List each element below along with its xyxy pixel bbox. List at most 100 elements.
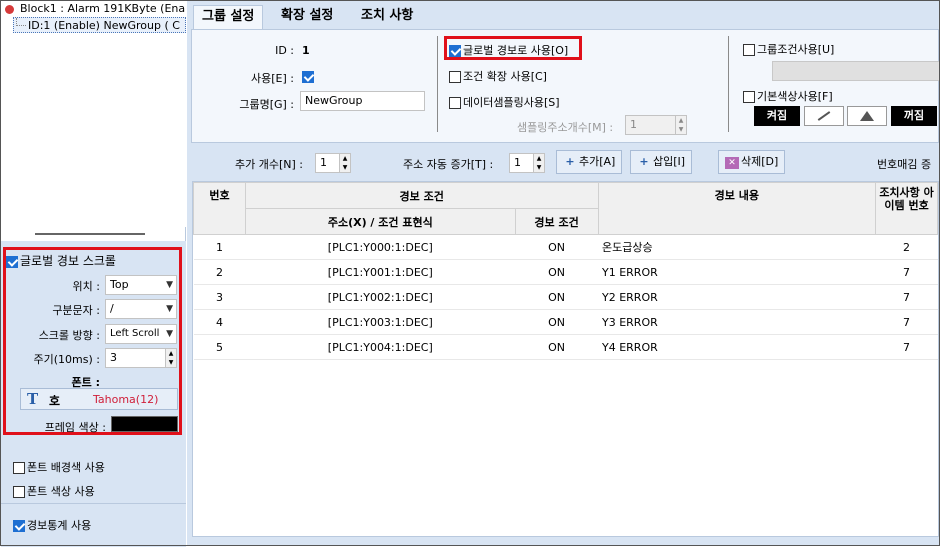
plus-icon: + — [565, 155, 575, 168]
paint-bucket-icon — [860, 111, 874, 121]
base-color-checkbox[interactable]: 기본색상사용[F] — [743, 88, 833, 104]
spin-updown-icon[interactable]: ▲ ▼ — [675, 116, 686, 134]
cond-ext-checkbox[interactable]: 조건 확장 사용[C] — [449, 68, 547, 84]
spin-updown-icon[interactable]: ▲ ▼ — [339, 154, 350, 172]
tree-item-group-label: ID:1 (Enable) NewGroup ( C — [28, 19, 180, 32]
global-alarm-label: 글로벌 경보로 사용[O] — [463, 44, 569, 57]
pen-color-button[interactable] — [804, 106, 844, 126]
cell-no: 3 — [193, 284, 246, 310]
cell-condition[interactable]: ON — [515, 284, 598, 310]
alarm-stats-checkbox[interactable]: 경보통계 사용 — [13, 517, 91, 533]
delete-button-label: 삭제[D] — [741, 155, 779, 168]
cell-condition[interactable]: ON — [515, 309, 598, 335]
divider — [728, 36, 729, 132]
on-color-button[interactable]: 켜짐 — [754, 106, 800, 126]
period-label: 주기(10ms) : — [33, 353, 100, 366]
tree-item-group[interactable]: ID:1 (Enable) NewGroup ( C — [13, 17, 186, 33]
cell-no: 2 — [193, 259, 246, 285]
cell-no: 5 — [193, 334, 246, 360]
global-scroll-checkbox[interactable]: 글로벌 경보 스크롤 — [6, 252, 116, 269]
cell-action[interactable]: 7 — [875, 309, 938, 335]
global-alarm-box: 글로벌 경보로 사용[O] — [444, 36, 582, 60]
global-alarm-checkbox[interactable]: 글로벌 경보로 사용[O] — [449, 42, 568, 58]
splitter-grip[interactable] — [35, 233, 145, 235]
table-row[interactable]: 3 [PLC1:Y002:1:DEC] ON Y2 ERROR 7 — [193, 284, 938, 310]
add-count-stepper[interactable]: 1 ▲ ▼ — [315, 153, 351, 173]
separator-select[interactable]: / ▼ — [105, 299, 177, 319]
tree-item-block[interactable]: Block1 : Alarm 191KByte (Enable) — [5, 1, 186, 17]
base-color-label: 기본색상사용[F] — [757, 90, 833, 103]
separator-value: / — [110, 302, 114, 315]
font-name: Tahoma(12) — [93, 393, 159, 406]
spin-updown-icon[interactable]: ▲ ▼ — [533, 154, 544, 172]
font-bg-checkbox[interactable]: 폰트 배경색 사용 — [13, 459, 105, 475]
direction-label: 스크롤 방향 : — [38, 329, 100, 342]
frame-color-swatch[interactable] — [111, 416, 178, 432]
cell-condition[interactable]: ON — [515, 259, 598, 285]
delete-button[interactable]: ✕ 삭제[D] — [718, 150, 786, 174]
col-header-no[interactable]: 번호 — [193, 182, 246, 235]
cell-content[interactable]: Y2 ERROR — [598, 284, 876, 310]
insert-button[interactable]: + 삽입[I] — [630, 150, 693, 174]
period-stepper[interactable]: 3 ▲ ▼ — [105, 348, 177, 368]
addr-inc-stepper[interactable]: 1 ▲ ▼ — [509, 153, 545, 173]
table-row[interactable]: 2 [PLC1:Y001:1:DEC] ON Y1 ERROR 7 — [193, 259, 938, 285]
col-header-content[interactable]: 경보 내용 — [597, 182, 877, 235]
id-label: ID : — [275, 44, 294, 57]
direction-select[interactable]: Left Scroll ▼ — [105, 324, 177, 344]
sampling-count-stepper[interactable]: 1 ▲ ▼ — [625, 115, 687, 135]
table-row[interactable]: 4 [PLC1:Y003:1:DEC] ON Y3 ERROR 7 — [193, 309, 938, 335]
cell-content[interactable]: Y4 ERROR — [598, 334, 876, 360]
cell-address[interactable]: [PLC1:Y000:1:DEC] — [245, 234, 516, 260]
divider — [437, 36, 438, 132]
checkbox-checked-icon — [449, 45, 461, 57]
cell-action[interactable]: 7 — [875, 259, 938, 285]
cell-address[interactable]: [PLC1:Y001:1:DEC] — [245, 259, 516, 285]
alarm-table: 번호 경보 조건 경보 내용 조치사항 아이템 번호 주소(X) / 조건 표현… — [193, 182, 938, 360]
font-bg-label: 폰트 배경색 사용 — [27, 461, 105, 474]
cell-action[interactable]: 7 — [875, 334, 938, 360]
cell-address[interactable]: [PLC1:Y003:1:DEC] — [245, 309, 516, 335]
col-header-address[interactable]: 주소(X) / 조건 표현식 — [244, 208, 516, 235]
group-cond-input[interactable] — [772, 61, 940, 81]
tree-branch-icon — [16, 18, 26, 26]
tab-extended-settings[interactable]: 확장 설정 — [273, 5, 341, 29]
col-header-condition[interactable]: 경보 조건 — [514, 208, 599, 235]
group-cond-checkbox[interactable]: 그룹조건사용[U] — [743, 41, 834, 57]
cell-content[interactable]: Y1 ERROR — [598, 259, 876, 285]
use-checkbox[interactable] — [302, 71, 314, 83]
group-name-label: 그룹명[G] : — [239, 98, 294, 111]
font-button[interactable]: T 호 Tahoma(12) — [20, 388, 178, 410]
tab-group-settings[interactable]: 그룹 설정 — [193, 5, 264, 29]
checkbox-unchecked-icon — [743, 91, 755, 103]
off-color-button[interactable]: 꺼짐 — [891, 106, 937, 126]
fill-color-button[interactable] — [847, 106, 887, 126]
cell-address[interactable]: [PLC1:Y004:1:DEC] — [245, 334, 516, 360]
spin-updown-icon[interactable]: ▲ ▼ — [165, 349, 176, 367]
position-label: 위치 : — [72, 280, 100, 293]
cell-condition[interactable]: ON — [515, 234, 598, 260]
cell-action[interactable]: 2 — [875, 234, 938, 260]
addr-inc-label: 주소 자동 증가[T] : — [403, 158, 494, 171]
data-sampling-checkbox[interactable]: 데이터샘플링사용[S] — [449, 94, 560, 110]
font-color-label: 폰트 색상 사용 — [27, 485, 95, 498]
group-name-input[interactable]: NewGroup — [300, 91, 425, 111]
table-row[interactable]: 1 [PLC1:Y000:1:DEC] ON 온도급상승 2 — [193, 234, 938, 260]
tab-actions[interactable]: 조치 사항 — [353, 5, 421, 29]
checkbox-unchecked-icon — [13, 486, 25, 498]
add-count-value: 1 — [320, 156, 327, 169]
chevron-down-icon: ▼ — [166, 329, 173, 339]
cell-content[interactable]: 온도급상승 — [598, 234, 876, 260]
table-row[interactable]: 5 [PLC1:Y004:1:DEC] ON Y4 ERROR 7 — [193, 334, 938, 360]
position-select[interactable]: Top ▼ — [105, 275, 177, 295]
global-scroll-box: 글로벌 경보 스크롤 위치 : Top ▼ 구분문자 : / ▼ 스크롤 방향 : … — [3, 247, 182, 435]
cell-condition[interactable]: ON — [515, 334, 598, 360]
font-color-checkbox[interactable]: 폰트 색상 사용 — [13, 483, 95, 499]
col-header-action[interactable]: 조치사항 아이템 번호 — [875, 182, 938, 235]
cell-action[interactable]: 7 — [875, 284, 938, 310]
cell-content[interactable]: Y3 ERROR — [598, 309, 876, 335]
checkbox-unchecked-icon — [743, 44, 755, 56]
cell-address[interactable]: [PLC1:Y002:1:DEC] — [245, 284, 516, 310]
add-button[interactable]: + 추가[A] — [556, 150, 623, 174]
group-settings-pane: ID : 1 사용[E] : 그룹명[G] : NewGroup 글로벌 경보로… — [191, 29, 940, 143]
